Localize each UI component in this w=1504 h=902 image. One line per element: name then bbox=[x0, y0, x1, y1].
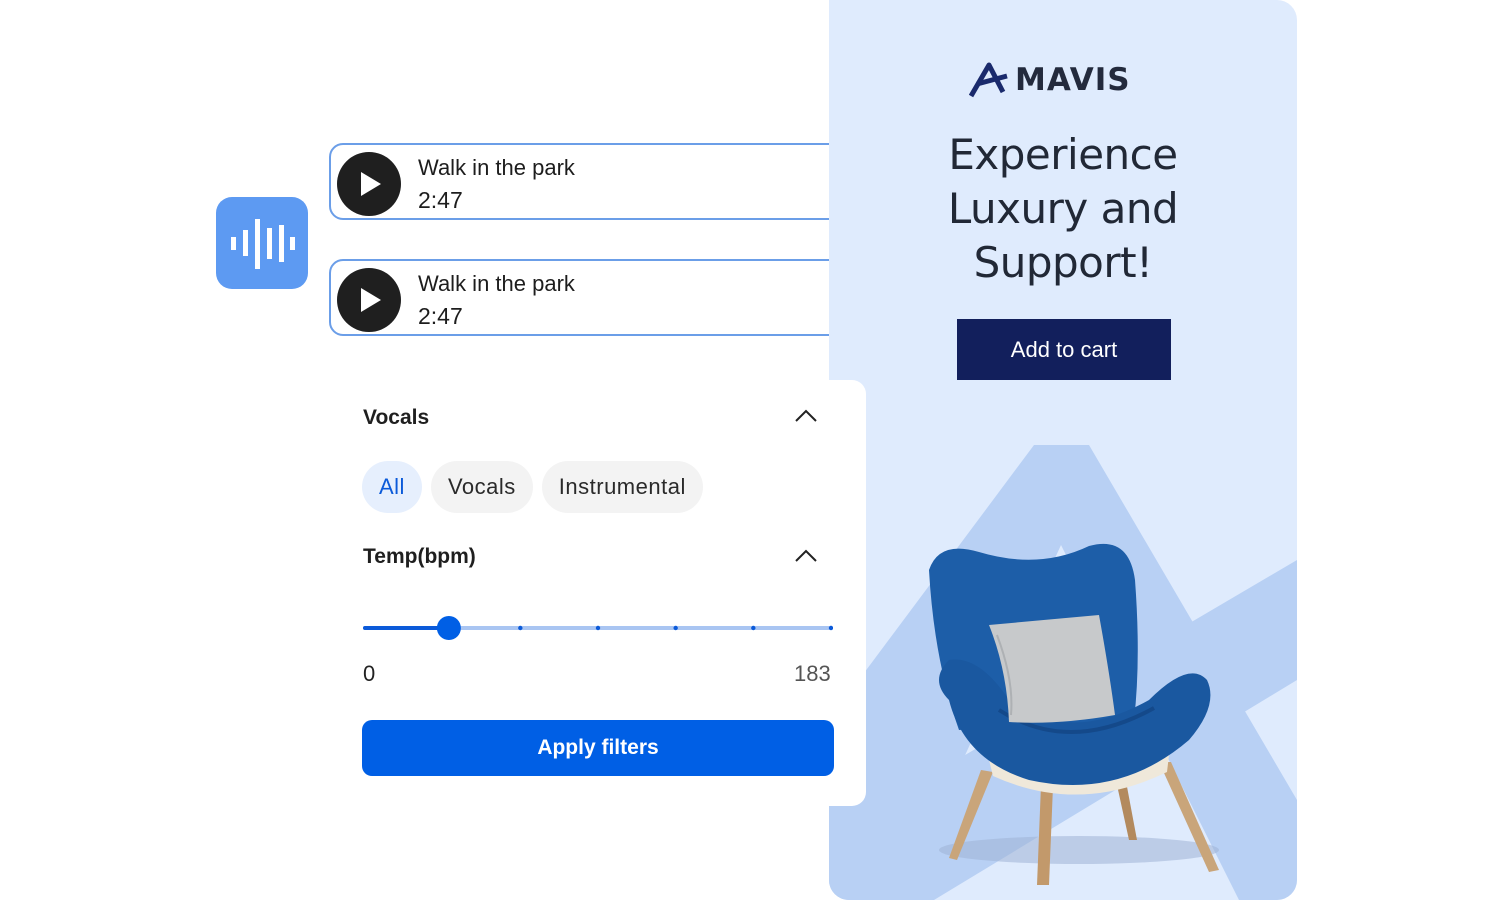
play-button[interactable] bbox=[337, 152, 401, 216]
headline-line: Support! bbox=[973, 238, 1153, 287]
chip-vocals[interactable]: Vocals bbox=[430, 461, 533, 513]
chevron-up-icon[interactable] bbox=[794, 548, 818, 564]
headline-line: Luxury and bbox=[947, 184, 1179, 233]
slider-tick bbox=[518, 625, 523, 631]
track-title: Walk in the park bbox=[418, 155, 575, 180]
tempo-section-title: Temp(bpm) bbox=[363, 545, 476, 568]
add-to-cart-button[interactable]: Add to cart bbox=[957, 319, 1171, 380]
vocals-options: All Vocals Instrumental bbox=[362, 461, 703, 513]
ad-headline: Experience Luxury and Support! bbox=[829, 128, 1297, 290]
track-card[interactable]: Walk in the park 2:47 bbox=[329, 259, 862, 336]
play-button[interactable] bbox=[337, 268, 401, 332]
sound-wave-tile bbox=[216, 197, 308, 289]
chevron-up-icon[interactable] bbox=[794, 408, 818, 424]
chair-image bbox=[929, 543, 1219, 885]
tempo-min-label: 0 bbox=[363, 661, 376, 686]
chip-all[interactable]: All bbox=[362, 461, 422, 513]
play-icon bbox=[361, 288, 381, 312]
tempo-slider[interactable] bbox=[363, 616, 833, 640]
filter-panel: Vocals All Vocals Instrumental Temp(bpm)… bbox=[330, 380, 866, 806]
brand-name: MAVIS bbox=[1015, 62, 1131, 98]
chip-instrumental[interactable]: Instrumental bbox=[541, 461, 703, 513]
slider-tick bbox=[828, 625, 833, 631]
slider-tick bbox=[673, 625, 678, 631]
vocals-section-title: Vocals bbox=[363, 406, 430, 429]
brand-logo: MAVIS bbox=[969, 60, 1131, 100]
track-duration: 2:47 bbox=[418, 187, 463, 213]
sound-wave-icon bbox=[231, 219, 295, 269]
slider-thumb[interactable] bbox=[436, 616, 461, 640]
headline-line: Experience bbox=[948, 130, 1178, 179]
play-icon bbox=[361, 172, 381, 196]
track-title: Walk in the park bbox=[418, 271, 575, 296]
track-duration: 2:47 bbox=[418, 303, 463, 329]
slider-tick bbox=[751, 625, 756, 631]
ad-banner: MAVIS Experience Luxury and Support! Add… bbox=[829, 0, 1297, 900]
slider-tick bbox=[595, 625, 601, 631]
tempo-max-label: 183 bbox=[794, 661, 831, 686]
apply-filters-button[interactable]: Apply filters bbox=[362, 720, 834, 776]
track-card[interactable]: Walk in the park 2:47 bbox=[329, 143, 862, 220]
mavis-logo-icon bbox=[969, 62, 1008, 98]
